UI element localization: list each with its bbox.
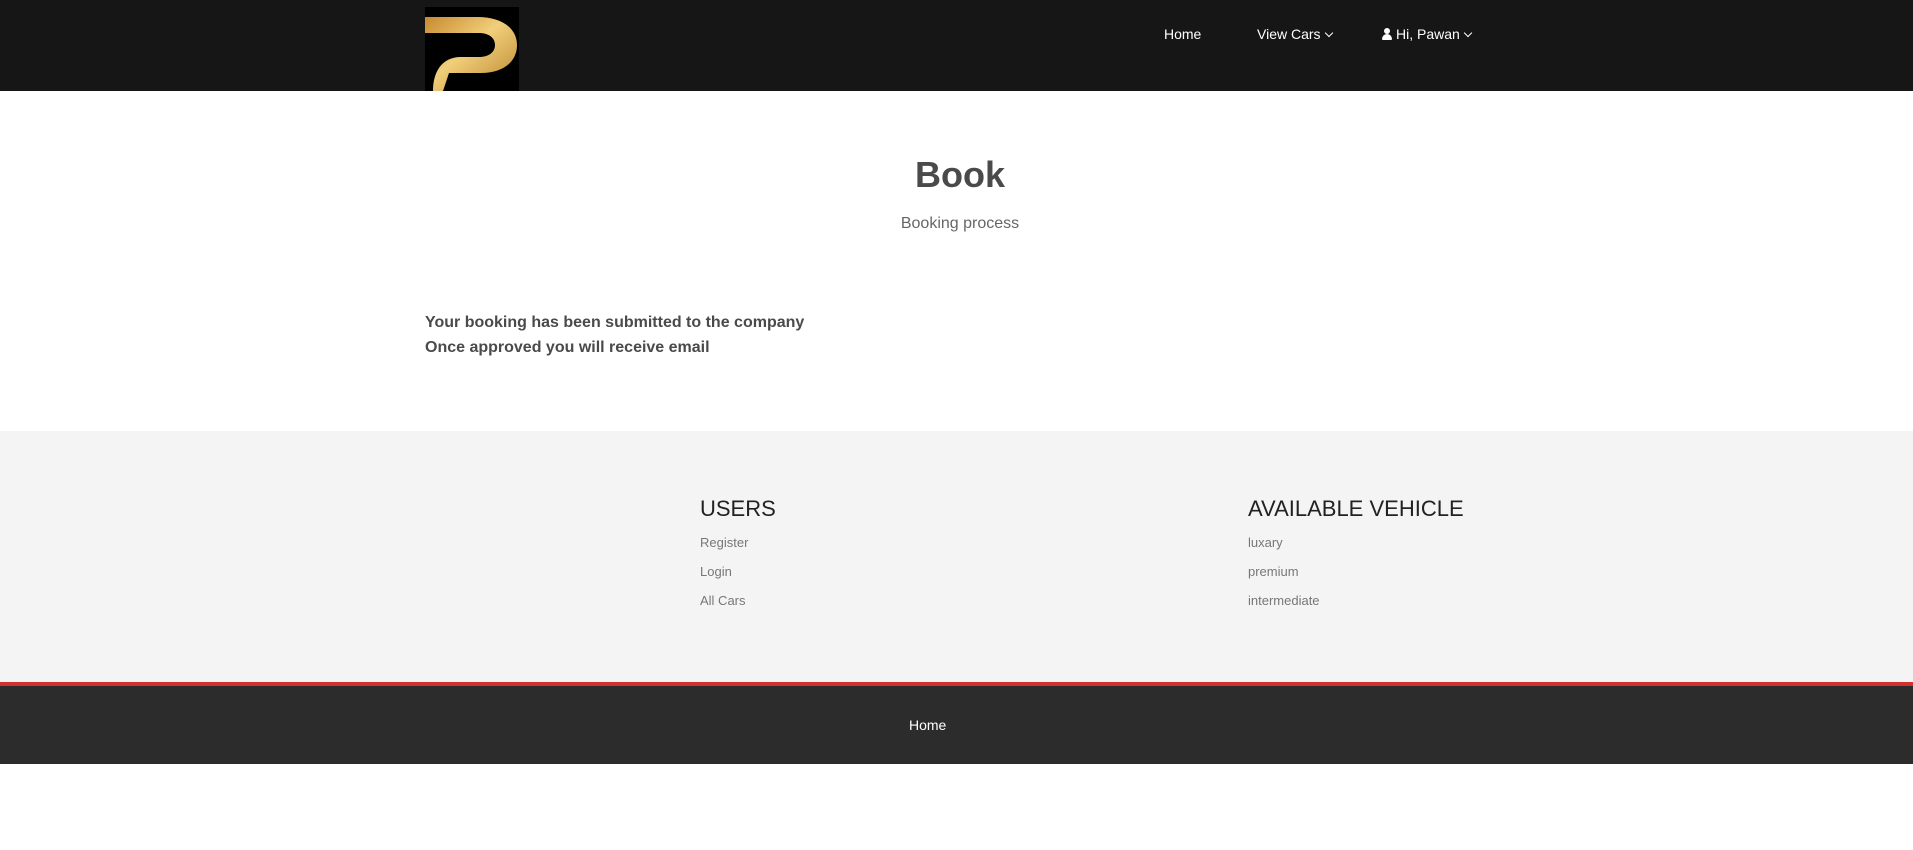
confirmation-message-line1: Your booking has been submitted to the c… bbox=[425, 314, 805, 331]
footer-premium-link[interactable]: premium bbox=[1248, 564, 1299, 580]
nav-user-label: Hi, Pawan bbox=[1396, 26, 1460, 42]
footer-section bbox=[0, 431, 1913, 682]
confirmation-message-line2: Once approved you will receive email bbox=[425, 339, 710, 356]
nav-view-cars-dropdown[interactable]: View Cars bbox=[1257, 25, 1333, 43]
brand-logo[interactable] bbox=[425, 7, 519, 91]
nav-view-cars-label: View Cars bbox=[1257, 26, 1321, 42]
footer-intermediate-link[interactable]: intermediate bbox=[1248, 593, 1320, 609]
footer-register-link[interactable]: Register bbox=[700, 535, 748, 551]
footer-all-cars-link[interactable]: All Cars bbox=[700, 593, 746, 609]
footer-login-link[interactable]: Login bbox=[700, 564, 732, 580]
chevron-down-icon bbox=[1463, 28, 1473, 38]
footer-vehicles-heading: AVAILABLE VEHICLE bbox=[1248, 496, 1464, 521]
bottom-home-link[interactable]: Home bbox=[909, 716, 946, 734]
user-icon bbox=[1382, 28, 1392, 40]
top-navbar bbox=[0, 0, 1913, 91]
footer-users-heading: USERS bbox=[700, 496, 776, 521]
bottom-bar bbox=[0, 686, 1913, 764]
nav-home-link[interactable]: Home bbox=[1164, 25, 1201, 43]
page-title: Book bbox=[915, 154, 1005, 195]
logo-p-icon bbox=[425, 7, 519, 91]
footer-luxary-link[interactable]: luxary bbox=[1248, 535, 1283, 551]
nav-user-dropdown[interactable]: Hi, Pawan bbox=[1382, 25, 1473, 43]
page-subtitle: Booking process bbox=[900, 215, 1020, 232]
nav-home-label: Home bbox=[1164, 26, 1202, 42]
chevron-down-icon bbox=[1324, 28, 1333, 38]
